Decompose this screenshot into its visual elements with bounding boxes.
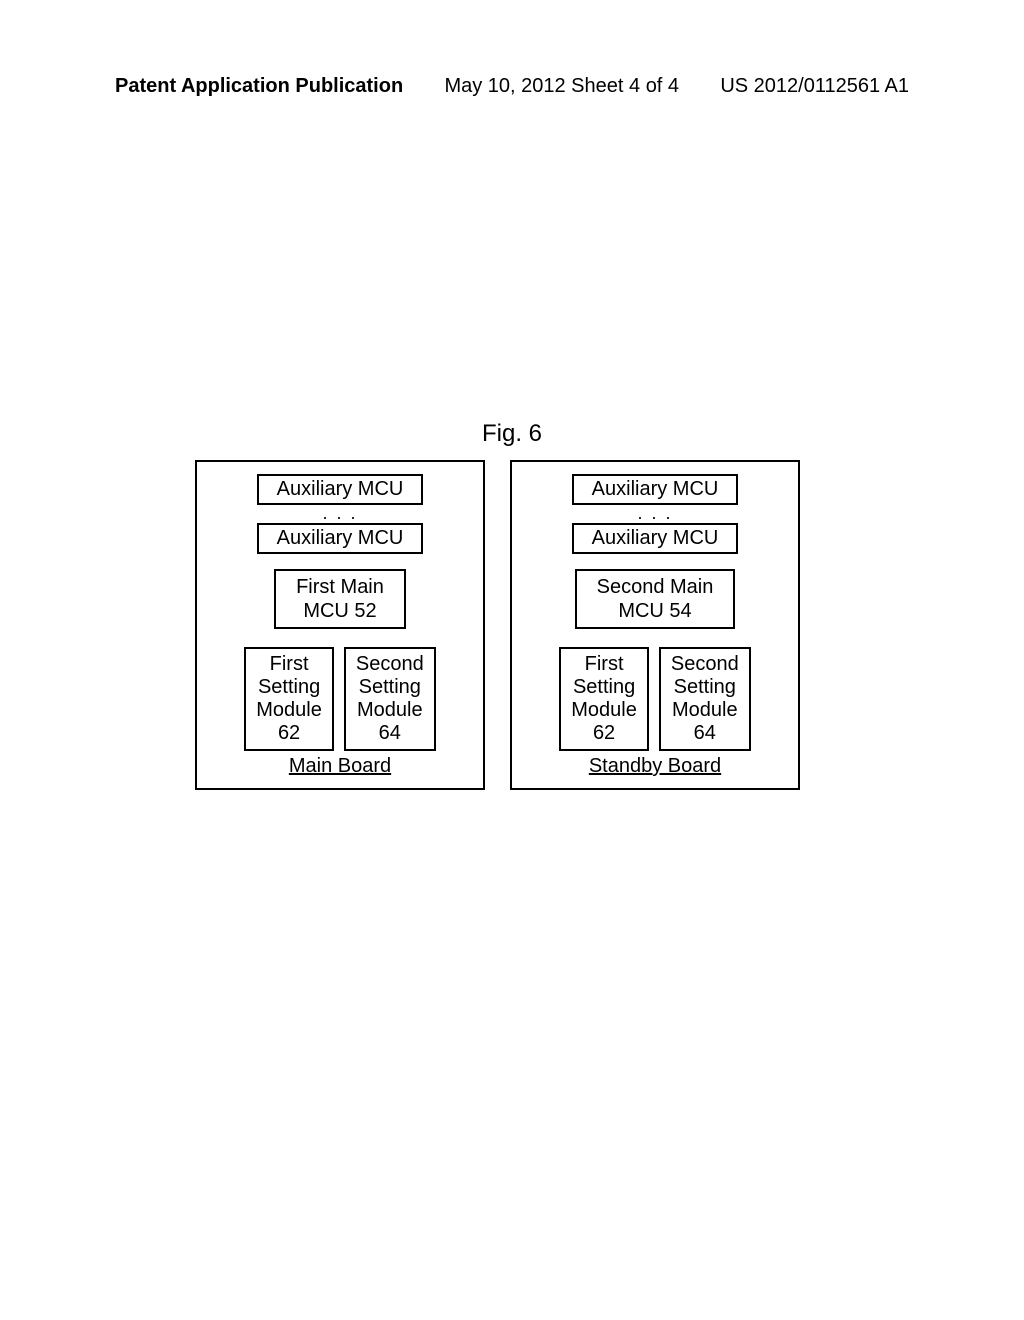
diagram-container: Auxiliary MCU . . . Auxiliary MCU First …	[195, 460, 800, 790]
ellipsis-icon: . . .	[637, 508, 672, 518]
standby-board: Auxiliary MCU . . . Auxiliary MCU Second…	[510, 460, 800, 790]
main-mcu-line2: MCU 54	[618, 600, 691, 622]
module-line: Second	[356, 653, 424, 675]
module-line: Setting	[674, 676, 736, 698]
main-board: Auxiliary MCU . . . Auxiliary MCU First …	[195, 460, 485, 790]
module-line: 64	[694, 722, 716, 744]
modules-row: First Setting Module 62 Second Setting M…	[244, 647, 435, 751]
header-publication-type: Patent Application Publication	[115, 75, 403, 98]
ellipsis-icon: . . .	[322, 508, 357, 518]
figure-label: Fig. 6	[0, 420, 1024, 448]
auxiliary-mcu-box: Auxiliary MCU	[572, 474, 739, 505]
auxiliary-mcu-box: Auxiliary MCU	[257, 523, 424, 554]
module-line: Module	[571, 699, 637, 721]
module-line: Module	[672, 699, 738, 721]
module-line: Setting	[258, 676, 320, 698]
module-line: Module	[256, 699, 322, 721]
module-line: Setting	[359, 676, 421, 698]
main-board-label: Main Board	[289, 755, 391, 778]
auxiliary-mcu-box: Auxiliary MCU	[257, 474, 424, 505]
module-line: First	[585, 653, 624, 675]
second-setting-module-box: Second Setting Module 64	[344, 647, 436, 751]
first-setting-module-box: First Setting Module 62	[559, 647, 649, 751]
module-line: Module	[357, 699, 423, 721]
module-line: 62	[593, 722, 615, 744]
module-line: First	[270, 653, 309, 675]
header-date-sheet: May 10, 2012 Sheet 4 of 4	[444, 75, 679, 98]
auxiliary-mcu-box: Auxiliary MCU	[572, 523, 739, 554]
main-mcu-line1: Second Main	[597, 576, 714, 598]
module-line: Setting	[573, 676, 635, 698]
first-main-mcu-box: First Main MCU 52	[274, 569, 406, 629]
module-line: 64	[379, 722, 401, 744]
module-line: 62	[278, 722, 300, 744]
page-header: Patent Application Publication May 10, 2…	[115, 75, 909, 98]
first-setting-module-box: First Setting Module 62	[244, 647, 334, 751]
main-mcu-line2: MCU 52	[303, 600, 376, 622]
modules-row: First Setting Module 62 Second Setting M…	[559, 647, 750, 751]
second-main-mcu-box: Second Main MCU 54	[575, 569, 736, 629]
header-publication-number: US 2012/0112561 A1	[720, 75, 909, 98]
module-line: Second	[671, 653, 739, 675]
second-setting-module-box: Second Setting Module 64	[659, 647, 751, 751]
standby-board-label: Standby Board	[589, 755, 721, 778]
main-mcu-line1: First Main	[296, 576, 384, 598]
